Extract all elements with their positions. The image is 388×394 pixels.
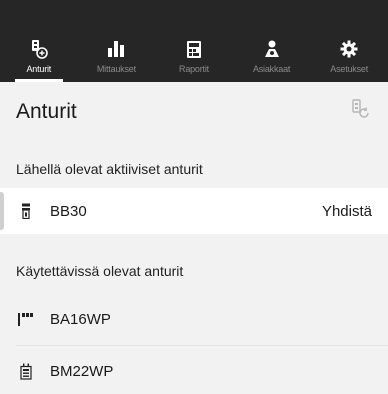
ba-sensor-icon xyxy=(16,309,36,329)
tab-asiakkaat[interactable]: Asiakkaat xyxy=(233,0,311,82)
customers-icon xyxy=(261,38,283,60)
sensor-icon xyxy=(28,38,50,60)
sensor-refresh-button[interactable] xyxy=(350,98,372,126)
app-root: Anturit Mittaukset Raportit Asiakkaat As… xyxy=(0,0,388,394)
report-icon xyxy=(183,38,205,60)
sensor-name: BA16WP xyxy=(50,310,111,328)
available-sensors-heading: Käytettävissä olevat anturit xyxy=(16,263,184,279)
gear-icon xyxy=(338,38,360,60)
page-title: Anturit xyxy=(16,100,77,123)
sensor-name: BB30 xyxy=(50,202,87,220)
tab-asetukset[interactable]: Asetukset xyxy=(310,0,388,82)
tab-mittaukset[interactable]: Mittaukset xyxy=(78,0,156,82)
bb-sensor-icon xyxy=(16,201,36,221)
sensor-name: BM22WP xyxy=(50,362,114,380)
tab-label: Raportit xyxy=(179,64,209,74)
connect-button[interactable]: Yhdistä xyxy=(322,203,372,220)
tab-anturit[interactable]: Anturit xyxy=(0,0,78,82)
tab-raportit[interactable]: Raportit xyxy=(155,0,233,82)
tab-label: Asetukset xyxy=(330,64,369,74)
sensor-refresh-icon xyxy=(352,98,370,126)
bar-chart-icon xyxy=(105,38,127,60)
sensor-row-bm22wp[interactable]: BM22WP xyxy=(0,348,388,394)
top-navigation-bar: Anturit Mittaukset Raportit Asiakkaat As… xyxy=(0,0,388,82)
sensor-row-ba16wp[interactable]: BA16WP xyxy=(0,296,388,342)
bm-sensor-icon xyxy=(16,361,36,381)
tab-label: Asiakkaat xyxy=(252,64,291,74)
page-header: Anturit xyxy=(0,82,388,142)
nearby-sensors-heading: Lähellä olevat aktiiviset anturit xyxy=(16,161,203,177)
sensor-row-bb30[interactable]: BB30 Yhdistä xyxy=(0,188,388,234)
tab-label: Anturit xyxy=(26,64,52,74)
tab-label: Mittaukset xyxy=(96,64,136,74)
list-divider xyxy=(16,345,388,346)
